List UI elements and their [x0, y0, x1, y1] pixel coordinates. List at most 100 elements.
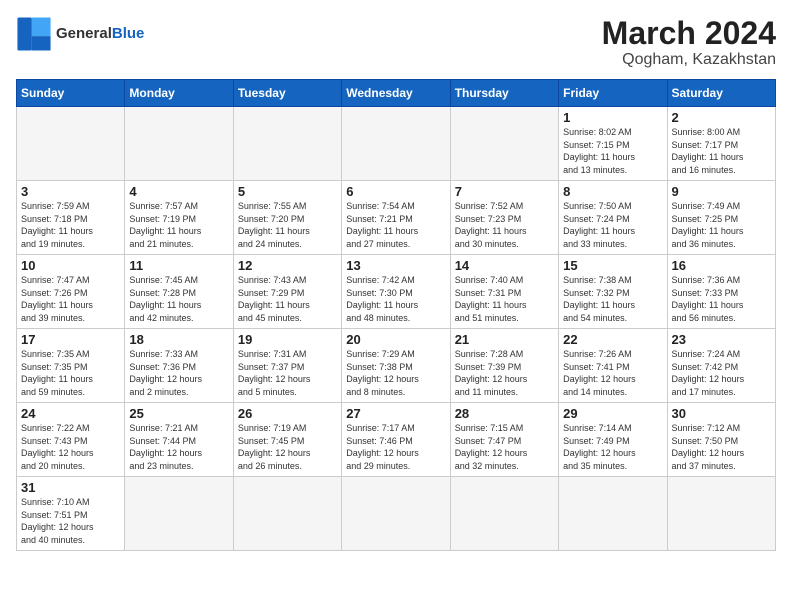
day-number: 26 [238, 406, 337, 421]
calendar-cell: 23Sunrise: 7:24 AM Sunset: 7:42 PM Dayli… [667, 329, 775, 403]
calendar-cell: 26Sunrise: 7:19 AM Sunset: 7:45 PM Dayli… [233, 403, 341, 477]
calendar-week-row: 17Sunrise: 7:35 AM Sunset: 7:35 PM Dayli… [17, 329, 776, 403]
calendar-cell: 19Sunrise: 7:31 AM Sunset: 7:37 PM Dayli… [233, 329, 341, 403]
day-number: 8 [563, 184, 662, 199]
calendar-week-row: 3Sunrise: 7:59 AM Sunset: 7:18 PM Daylig… [17, 181, 776, 255]
calendar-table: SundayMondayTuesdayWednesdayThursdayFrid… [16, 79, 776, 550]
day-number: 12 [238, 258, 337, 273]
day-info: Sunrise: 7:14 AM Sunset: 7:49 PM Dayligh… [563, 422, 662, 472]
calendar-cell: 16Sunrise: 7:36 AM Sunset: 7:33 PM Dayli… [667, 255, 775, 329]
month-year-title: March 2024 [602, 16, 776, 51]
calendar-cell: 20Sunrise: 7:29 AM Sunset: 7:38 PM Dayli… [342, 329, 450, 403]
calendar-cell [342, 107, 450, 181]
calendar-week-row: 1Sunrise: 8:02 AM Sunset: 7:15 PM Daylig… [17, 107, 776, 181]
calendar-cell [125, 107, 233, 181]
day-info: Sunrise: 7:28 AM Sunset: 7:39 PM Dayligh… [455, 348, 554, 398]
calendar-cell: 22Sunrise: 7:26 AM Sunset: 7:41 PM Dayli… [559, 329, 667, 403]
calendar-cell: 3Sunrise: 7:59 AM Sunset: 7:18 PM Daylig… [17, 181, 125, 255]
calendar-cell: 28Sunrise: 7:15 AM Sunset: 7:47 PM Dayli… [450, 403, 558, 477]
day-number: 23 [672, 332, 771, 347]
calendar-cell [450, 477, 558, 550]
day-number: 6 [346, 184, 445, 199]
calendar-cell [667, 477, 775, 550]
calendar-cell [342, 477, 450, 550]
day-info: Sunrise: 8:02 AM Sunset: 7:15 PM Dayligh… [563, 126, 662, 176]
day-info: Sunrise: 7:19 AM Sunset: 7:45 PM Dayligh… [238, 422, 337, 472]
day-info: Sunrise: 7:40 AM Sunset: 7:31 PM Dayligh… [455, 274, 554, 324]
day-info: Sunrise: 7:22 AM Sunset: 7:43 PM Dayligh… [21, 422, 120, 472]
col-header-monday: Monday [125, 80, 233, 107]
day-number: 15 [563, 258, 662, 273]
day-number: 2 [672, 110, 771, 125]
day-info: Sunrise: 7:33 AM Sunset: 7:36 PM Dayligh… [129, 348, 228, 398]
day-info: Sunrise: 7:12 AM Sunset: 7:50 PM Dayligh… [672, 422, 771, 472]
day-info: Sunrise: 7:42 AM Sunset: 7:30 PM Dayligh… [346, 274, 445, 324]
day-number: 16 [672, 258, 771, 273]
day-number: 18 [129, 332, 228, 347]
col-header-friday: Friday [559, 80, 667, 107]
calendar-cell: 27Sunrise: 7:17 AM Sunset: 7:46 PM Dayli… [342, 403, 450, 477]
col-header-wednesday: Wednesday [342, 80, 450, 107]
day-number: 29 [563, 406, 662, 421]
day-number: 4 [129, 184, 228, 199]
calendar-cell: 15Sunrise: 7:38 AM Sunset: 7:32 PM Dayli… [559, 255, 667, 329]
day-info: Sunrise: 7:52 AM Sunset: 7:23 PM Dayligh… [455, 200, 554, 250]
day-number: 7 [455, 184, 554, 199]
col-header-sunday: Sunday [17, 80, 125, 107]
day-number: 14 [455, 258, 554, 273]
day-info: Sunrise: 7:29 AM Sunset: 7:38 PM Dayligh… [346, 348, 445, 398]
day-info: Sunrise: 7:50 AM Sunset: 7:24 PM Dayligh… [563, 200, 662, 250]
calendar-cell: 11Sunrise: 7:45 AM Sunset: 7:28 PM Dayli… [125, 255, 233, 329]
day-info: Sunrise: 7:38 AM Sunset: 7:32 PM Dayligh… [563, 274, 662, 324]
calendar-cell: 30Sunrise: 7:12 AM Sunset: 7:50 PM Dayli… [667, 403, 775, 477]
day-number: 3 [21, 184, 120, 199]
calendar-cell: 31Sunrise: 7:10 AM Sunset: 7:51 PM Dayli… [17, 477, 125, 550]
location-subtitle: Qogham, Kazakhstan [602, 51, 776, 69]
day-number: 17 [21, 332, 120, 347]
day-info: Sunrise: 7:21 AM Sunset: 7:44 PM Dayligh… [129, 422, 228, 472]
col-header-tuesday: Tuesday [233, 80, 341, 107]
calendar-header-row: SundayMondayTuesdayWednesdayThursdayFrid… [17, 80, 776, 107]
day-info: Sunrise: 7:15 AM Sunset: 7:47 PM Dayligh… [455, 422, 554, 472]
calendar-cell: 24Sunrise: 7:22 AM Sunset: 7:43 PM Dayli… [17, 403, 125, 477]
day-number: 10 [21, 258, 120, 273]
calendar-cell: 8Sunrise: 7:50 AM Sunset: 7:24 PM Daylig… [559, 181, 667, 255]
day-info: Sunrise: 7:36 AM Sunset: 7:33 PM Dayligh… [672, 274, 771, 324]
calendar-cell [559, 477, 667, 550]
calendar-cell [233, 107, 341, 181]
logo: GeneralBlue [16, 16, 144, 52]
day-info: Sunrise: 7:35 AM Sunset: 7:35 PM Dayligh… [21, 348, 120, 398]
calendar-cell: 1Sunrise: 8:02 AM Sunset: 7:15 PM Daylig… [559, 107, 667, 181]
general-blue-logo-icon [16, 16, 52, 52]
calendar-cell: 25Sunrise: 7:21 AM Sunset: 7:44 PM Dayli… [125, 403, 233, 477]
title-block: March 2024 Qogham, Kazakhstan [602, 16, 776, 69]
day-number: 30 [672, 406, 771, 421]
day-number: 5 [238, 184, 337, 199]
calendar-cell [17, 107, 125, 181]
day-info: Sunrise: 7:54 AM Sunset: 7:21 PM Dayligh… [346, 200, 445, 250]
day-number: 31 [21, 480, 120, 495]
day-number: 11 [129, 258, 228, 273]
day-number: 24 [21, 406, 120, 421]
calendar-cell: 17Sunrise: 7:35 AM Sunset: 7:35 PM Dayli… [17, 329, 125, 403]
day-info: Sunrise: 8:00 AM Sunset: 7:17 PM Dayligh… [672, 126, 771, 176]
calendar-week-row: 10Sunrise: 7:47 AM Sunset: 7:26 PM Dayli… [17, 255, 776, 329]
calendar-cell [233, 477, 341, 550]
day-number: 25 [129, 406, 228, 421]
day-number: 19 [238, 332, 337, 347]
day-info: Sunrise: 7:47 AM Sunset: 7:26 PM Dayligh… [21, 274, 120, 324]
calendar-cell [450, 107, 558, 181]
day-number: 9 [672, 184, 771, 199]
day-info: Sunrise: 7:26 AM Sunset: 7:41 PM Dayligh… [563, 348, 662, 398]
day-number: 1 [563, 110, 662, 125]
calendar-cell: 18Sunrise: 7:33 AM Sunset: 7:36 PM Dayli… [125, 329, 233, 403]
calendar-cell: 10Sunrise: 7:47 AM Sunset: 7:26 PM Dayli… [17, 255, 125, 329]
day-info: Sunrise: 7:31 AM Sunset: 7:37 PM Dayligh… [238, 348, 337, 398]
calendar-cell: 6Sunrise: 7:54 AM Sunset: 7:21 PM Daylig… [342, 181, 450, 255]
day-number: 27 [346, 406, 445, 421]
calendar-week-row: 24Sunrise: 7:22 AM Sunset: 7:43 PM Dayli… [17, 403, 776, 477]
calendar-cell: 5Sunrise: 7:55 AM Sunset: 7:20 PM Daylig… [233, 181, 341, 255]
day-number: 20 [346, 332, 445, 347]
col-header-saturday: Saturday [667, 80, 775, 107]
day-number: 22 [563, 332, 662, 347]
